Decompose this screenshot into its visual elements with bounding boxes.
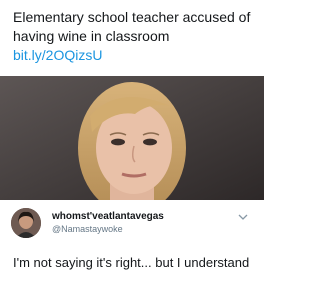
display-name[interactable]: whomst'veatlantavegas xyxy=(52,211,164,222)
headline-text: Elementary school teacher accused of hav… xyxy=(13,9,251,44)
user-handle[interactable]: @Namastaywoke xyxy=(52,224,123,234)
tweet-card: whomst'veatlantavegas @Namastaywoke I'm … xyxy=(0,200,264,300)
tweet-text: I'm not saying it's right... but I under… xyxy=(13,255,250,270)
headline-link[interactable]: bit.ly/2OQizsU xyxy=(13,47,102,63)
photo-illustration xyxy=(0,76,264,200)
chevron-down-icon[interactable] xyxy=(238,212,248,222)
avatar[interactable] xyxy=(11,208,41,238)
post-headline: Elementary school teacher accused of hav… xyxy=(13,8,253,65)
post-photo[interactable] xyxy=(0,76,264,200)
avatar-image xyxy=(11,208,41,238)
